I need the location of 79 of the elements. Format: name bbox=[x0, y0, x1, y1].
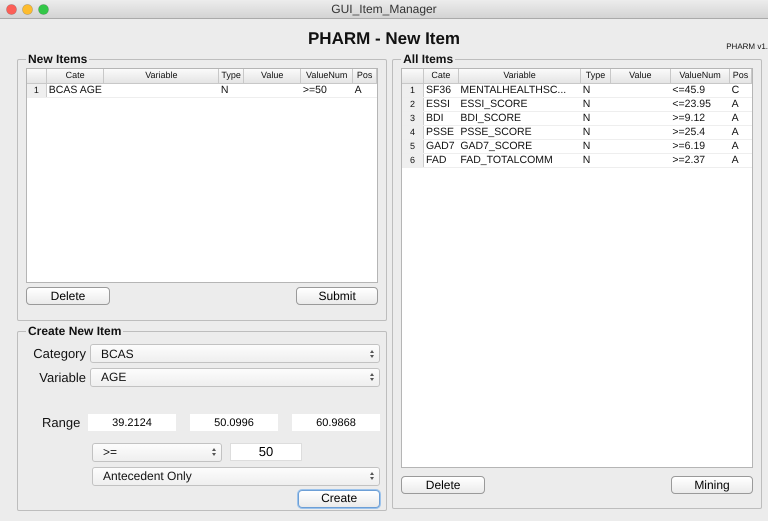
version-label: PHARM v1. bbox=[726, 41, 768, 53]
row-number: 3 bbox=[402, 111, 424, 125]
category-dropdown[interactable]: BCAS bbox=[90, 344, 380, 364]
table-cell: N bbox=[580, 125, 610, 139]
column-header: Value bbox=[244, 69, 301, 83]
table-cell: A bbox=[730, 97, 752, 111]
updown-icon bbox=[369, 372, 376, 382]
table-cell: N bbox=[580, 139, 610, 153]
delete-button[interactable]: Delete bbox=[26, 287, 110, 305]
table-cell: FAD bbox=[423, 153, 458, 167]
position-dropdown[interactable]: Antecedent Only bbox=[92, 466, 380, 486]
row-number: 6 bbox=[402, 153, 424, 167]
column-header: Variable bbox=[458, 69, 581, 83]
table-cell: >=6.19 bbox=[670, 139, 730, 153]
page-heading: PHARM - New Item bbox=[308, 28, 460, 50]
column-header: ValueNum bbox=[300, 69, 353, 83]
delete-button[interactable]: Delete bbox=[401, 476, 486, 494]
range-field[interactable]: 60.9868 bbox=[292, 414, 380, 432]
range-label: Range bbox=[41, 414, 82, 432]
table-cell: BDI bbox=[423, 111, 458, 125]
updown-icon bbox=[369, 471, 376, 481]
column-header: Value bbox=[610, 69, 670, 83]
range-field[interactable]: 50.0996 bbox=[190, 414, 278, 432]
threshold-field[interactable]: 50 bbox=[230, 443, 302, 461]
table-cell: N bbox=[580, 111, 610, 125]
column-header: Type bbox=[218, 69, 244, 83]
table-cell: BCAS AGE bbox=[46, 83, 104, 97]
column-header: Type bbox=[580, 69, 610, 83]
table-cell: A bbox=[730, 125, 752, 139]
table-cell: ESSI_SCORE bbox=[458, 97, 581, 111]
column-header: Pos bbox=[730, 69, 752, 83]
variable-dropdown[interactable]: AGE bbox=[90, 368, 380, 387]
table-cell: BDI_SCORE bbox=[458, 111, 581, 125]
range-field[interactable]: 39.2124 bbox=[88, 414, 176, 432]
column-header: ValueNum bbox=[670, 69, 730, 83]
row-number: 2 bbox=[402, 97, 424, 111]
table-cell: A bbox=[352, 83, 377, 97]
table-cell: FAD_TOTALCOMM bbox=[458, 153, 581, 167]
table-cell: N bbox=[580, 153, 610, 167]
table-cell: A bbox=[730, 111, 752, 125]
table-cell: PSSE bbox=[423, 125, 458, 139]
row-number: 5 bbox=[402, 139, 424, 153]
column-header: Pos bbox=[352, 69, 377, 83]
operator-dropdown[interactable]: >= bbox=[92, 442, 222, 462]
column-header: Cate bbox=[423, 69, 458, 83]
table-cell: A bbox=[730, 139, 752, 153]
category-label: Category bbox=[32, 345, 86, 363]
table-cell: N bbox=[218, 83, 244, 97]
variable-label: Variable bbox=[38, 368, 86, 386]
column-header: Cate bbox=[46, 69, 104, 83]
table-cell: >=50 bbox=[300, 83, 353, 97]
table-cell: >=2.37 bbox=[670, 153, 730, 167]
table-cell: >=25.4 bbox=[670, 125, 730, 139]
close-icon[interactable] bbox=[6, 4, 17, 15]
updown-icon bbox=[369, 348, 376, 359]
table-cell: N bbox=[580, 83, 610, 97]
column-header: Variable bbox=[104, 69, 219, 83]
table-cell: MENTALHEALTHSC... bbox=[458, 83, 581, 97]
table-cell: PSSE_SCORE bbox=[458, 125, 581, 139]
action-button[interactable]: Submit bbox=[296, 287, 378, 305]
create-button[interactable]: Create bbox=[298, 490, 380, 508]
table-cell: ESSI bbox=[423, 97, 458, 111]
row-number: 1 bbox=[402, 83, 424, 97]
table-cell: GAD7_SCORE bbox=[458, 139, 581, 153]
row-number: 1 bbox=[27, 83, 46, 97]
minimize-icon[interactable] bbox=[22, 4, 33, 15]
zoom-icon[interactable] bbox=[38, 4, 49, 15]
table-cell: GAD7 bbox=[423, 139, 458, 153]
table-cell: <=45.9 bbox=[670, 83, 730, 97]
table-cell: N bbox=[580, 97, 610, 111]
action-button[interactable]: Mining bbox=[671, 476, 753, 494]
table-cell: A bbox=[730, 153, 752, 167]
row-number: 4 bbox=[402, 125, 424, 139]
table-cell: >=9.12 bbox=[670, 111, 730, 125]
table-cell: C bbox=[730, 83, 752, 97]
updown-icon bbox=[211, 447, 217, 457]
table-cell: <=23.95 bbox=[670, 97, 730, 111]
table-cell: SF36 bbox=[423, 83, 458, 97]
window-title: GUI_Item_Manager bbox=[331, 1, 437, 18]
